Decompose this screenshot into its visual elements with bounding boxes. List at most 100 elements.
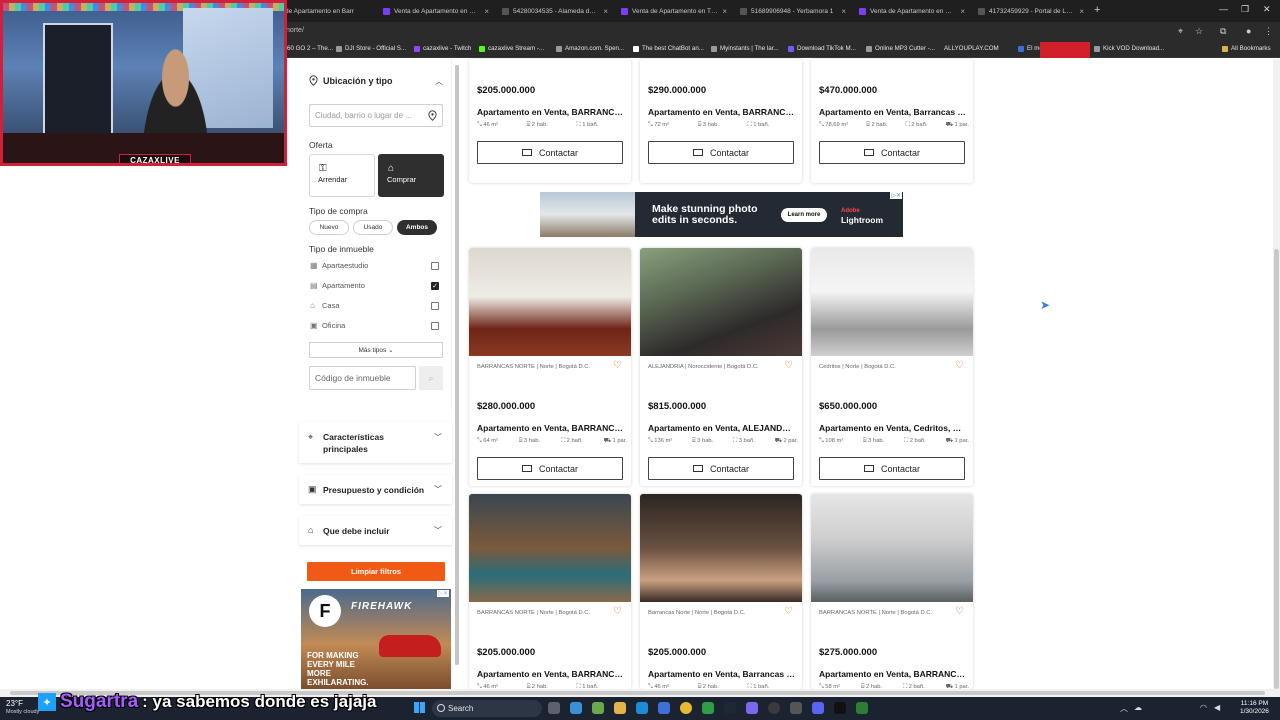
budget-section[interactable]: ▣ Presupuesto y condición ﹀	[299, 475, 452, 504]
url-field[interactable]: norte/	[286, 27, 304, 34]
close-icon[interactable]: ×	[1079, 7, 1084, 16]
app-icon[interactable]	[658, 702, 670, 714]
bookmark-item[interactable]: Kick VOD Download...	[1094, 45, 1164, 52]
location-search-input[interactable]: Ciudad, barrio o lugar de ...	[309, 104, 443, 127]
app-icon[interactable]	[746, 702, 758, 714]
bookmark-item[interactable]: Myinstants | The lar...	[711, 45, 779, 52]
property-type-office[interactable]: ▣ Oficina	[310, 321, 345, 330]
search-icon[interactable]: ⌕	[419, 366, 443, 390]
listing-photo[interactable]	[469, 248, 631, 356]
restore-icon[interactable]: ❐	[1241, 4, 1249, 15]
contact-button[interactable]: Contactar	[477, 457, 623, 480]
checkbox[interactable]	[431, 302, 439, 310]
chevron-up-icon[interactable]: ︿	[435, 76, 443, 87]
contact-button[interactable]: Contactar	[477, 141, 623, 164]
steam-icon[interactable]	[724, 702, 736, 714]
bookmark-item[interactable]: cazaxlive - Twitch	[414, 45, 471, 52]
taskbar-clock[interactable]: 11:16 PM 1/30/2026	[1240, 700, 1269, 716]
heart-icon[interactable]: ♡	[955, 606, 964, 617]
property-type-apartment[interactable]: ▤ Apartamento	[310, 281, 365, 290]
bookmark-item[interactable]: cazaxlive Stream -...	[479, 45, 544, 52]
listing-card[interactable]: BARRANCAS NORTE | Norte | Bogotá D.C.♡$2…	[469, 59, 631, 183]
browser-tab[interactable]: 54280034535 - Alameda de la ×	[497, 3, 613, 20]
minimize-icon[interactable]: —	[1219, 4, 1228, 14]
more-types-button[interactable]: Más tipos ⌄	[309, 342, 443, 358]
bookmark-item[interactable]: ALLYOUPLAY.COM	[944, 45, 999, 52]
clear-filters-button[interactable]: Limpiar filtros	[307, 562, 445, 581]
scrollbar-thumb[interactable]	[1274, 249, 1279, 689]
browser-tab[interactable]: Venta de Apartamento en VEF ×	[854, 3, 970, 20]
close-icon[interactable]: ×	[484, 7, 489, 16]
edge-icon[interactable]	[636, 702, 648, 714]
heart-icon[interactable]: ♡	[613, 606, 622, 617]
listing-card[interactable]: BARRANCAS NORTE | Norte | Bogotá D.C.♡$2…	[469, 494, 631, 689]
wifi-icon[interactable]: ◠	[1200, 703, 1207, 712]
scrollbar-thumb[interactable]	[455, 65, 459, 665]
location-icon[interactable]: ⌖	[1178, 26, 1183, 37]
profile-icon[interactable]: ●	[1246, 26, 1251, 36]
purchase-type-both[interactable]: Ambos	[397, 220, 437, 235]
app-icon[interactable]	[592, 702, 604, 714]
listing-title[interactable]: Apartamento en Venta, Cedritos, Norte	[819, 423, 967, 433]
offer-rent-button[interactable]: ⚿ Arrendar	[309, 154, 375, 197]
new-tab-button[interactable]: +	[1094, 4, 1100, 16]
checkbox[interactable]	[431, 322, 439, 330]
listing-title[interactable]: Apartamento en Venta, Barrancas Norte	[648, 669, 796, 679]
listing-photo[interactable]	[640, 494, 802, 602]
ad-choices-icon[interactable]: ▷✕	[890, 192, 902, 199]
sidebar-scrollbar[interactable]	[455, 65, 459, 665]
chevron-up-icon[interactable]: ︿	[1120, 703, 1128, 714]
listing-title[interactable]: Apartamento en Venta, Barrancas Norte	[819, 107, 967, 117]
weather-widget[interactable]: 23°F Mostly cloudy	[6, 699, 39, 717]
listing-card[interactable]: Barrancas | Norte | Bogotá D.C.♡$470.000…	[811, 59, 973, 183]
task-view-icon[interactable]	[548, 702, 560, 714]
listing-title[interactable]: Apartamento en Venta, ALEJANDRIA	[648, 423, 796, 433]
checkbox-checked[interactable]: ✓	[431, 282, 439, 290]
property-type-house[interactable]: ⌂ Casa	[310, 301, 340, 310]
file-explorer-icon[interactable]	[614, 702, 626, 714]
bookmark-item[interactable]: DJI Store - Official S...	[336, 45, 406, 52]
page-scrollbar[interactable]	[1273, 59, 1280, 689]
offer-buy-button[interactable]: ⌂ Comprar	[378, 154, 444, 197]
ad-choices-icon[interactable]: ▷✕	[437, 590, 449, 597]
app-icon[interactable]	[570, 702, 582, 714]
all-bookmarks[interactable]: All Bookmarks	[1222, 45, 1271, 52]
listing-card[interactable]: BARRANCAS NORTE | Norte | Bogotá D.C.♡$2…	[811, 494, 973, 689]
listing-card[interactable]: ALEJANDRIA | Noroccidente | Bogotá D.C. ♡…	[640, 248, 802, 486]
xbox-icon[interactable]	[702, 702, 714, 714]
listing-photo[interactable]	[469, 494, 631, 602]
listing-title[interactable]: Apartamento en Venta, BARRANCAS NORTE	[477, 669, 625, 679]
chrome-icon[interactable]	[680, 702, 692, 714]
firehawk-ad[interactable]: F FIREHAWK FOR MAKING EVERY MILE MORE EX…	[301, 589, 451, 689]
app-icon[interactable]	[856, 702, 868, 714]
heart-icon[interactable]: ♡	[784, 606, 793, 617]
browser-tab[interactable]: 41732459929 - Portal de La 183 ×	[973, 3, 1089, 20]
listing-card[interactable]: BARRANCAS NORTE | Norte | Bogotá D.C.♡$2…	[469, 248, 631, 486]
purchase-type-new[interactable]: Nuevo	[309, 220, 349, 235]
close-icon[interactable]: ×	[841, 7, 846, 16]
features-section[interactable]: ⌖ Características principales ﹀	[299, 422, 452, 463]
listing-card[interactable]: BARRANCAS NORTE | Norte | Bogotá D.C.♡$2…	[640, 59, 802, 183]
discord-icon[interactable]	[812, 702, 824, 714]
cloud-icon[interactable]: ☁	[1134, 703, 1142, 712]
contact-button[interactable]: Contactar	[648, 457, 794, 480]
heart-icon[interactable]: ♡	[784, 360, 793, 371]
purchase-type-used[interactable]: Usado	[353, 220, 393, 235]
property-code-input[interactable]: Código de inmueble	[309, 366, 416, 390]
location-section-title[interactable]: Ubicación y tipo	[323, 76, 393, 86]
taskbar-search[interactable]: Search	[432, 700, 542, 717]
contact-button[interactable]: Contactar	[819, 141, 965, 164]
contact-button[interactable]: Contactar	[648, 141, 794, 164]
listing-photo[interactable]	[811, 494, 973, 602]
obs-icon[interactable]	[768, 702, 780, 714]
browser-tab[interactable]: Venta de Apartamento en VEF ×	[378, 3, 494, 20]
checkbox[interactable]	[431, 262, 439, 270]
bookmark-item[interactable]: Online MP3 Cutter -...	[866, 45, 935, 52]
listing-title[interactable]: Apartamento en Venta, BARRANCAS NORTE	[819, 669, 967, 679]
bookmark-item[interactable]: 60 GO 2 – The...	[287, 45, 333, 52]
close-icon[interactable]: ×	[722, 7, 727, 16]
learn-more-button[interactable]: Learn more	[781, 208, 827, 222]
tiktok-icon[interactable]	[834, 702, 846, 714]
heart-icon[interactable]: ♡	[955, 360, 964, 371]
adobe-ad[interactable]: Make stunning photo edits in seconds. Le…	[540, 192, 903, 237]
